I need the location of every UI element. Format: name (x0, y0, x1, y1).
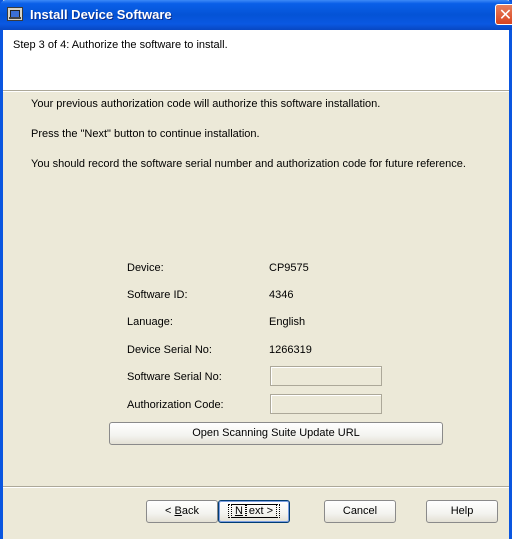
back-button[interactable]: < Back (146, 500, 218, 523)
device-serial-value: 1266319 (269, 344, 312, 356)
close-button[interactable]: ✕ (495, 4, 512, 25)
step-heading: Step 3 of 4: Authorize the software to i… (13, 39, 228, 51)
device-value: CP9575 (269, 262, 309, 274)
help-button[interactable]: Help (426, 500, 498, 523)
cancel-button[interactable]: Cancel (324, 500, 396, 523)
device-serial-label: Device Serial No: (127, 344, 212, 356)
open-update-url-button[interactable]: Open Scanning Suite Update URL (109, 422, 443, 445)
software-serial-label: Software Serial No: (127, 371, 222, 383)
authorization-code-field[interactable] (270, 394, 382, 414)
software-serial-field[interactable] (270, 366, 382, 386)
open-update-url-label: Open Scanning Suite Update URL (192, 427, 360, 439)
next-button[interactable]: Next > (218, 500, 290, 523)
install-app-icon (7, 7, 23, 21)
info-text-authorization: Your previous authorization code will au… (31, 98, 381, 110)
header-panel: Step 3 of 4: Authorize the software to i… (3, 30, 509, 90)
title-bar[interactable]: Install Device Software ✕ (0, 0, 512, 30)
install-device-software-window: Install Device Software ✕ Step 3 of 4: A… (0, 0, 512, 539)
software-id-label: Software ID: (127, 289, 188, 301)
software-id-value: 4346 (269, 289, 294, 301)
window-title: Install Device Software (30, 7, 172, 22)
info-text-record: You should record the software serial nu… (31, 158, 466, 170)
help-button-label: Help (450, 505, 474, 517)
language-value: English (269, 316, 306, 328)
header-divider (3, 90, 509, 92)
language-label: Lanuage: (127, 316, 173, 328)
footer-divider (3, 486, 509, 488)
device-label: Device: (127, 262, 164, 274)
cancel-button-label: Cancel (342, 505, 378, 517)
next-button-label: Next > (227, 504, 281, 518)
info-text-press-next: Press the "Next" button to continue inst… (31, 128, 260, 140)
back-button-label: < Back (165, 505, 199, 517)
authorization-code-label: Authorization Code: (127, 399, 224, 411)
close-icon: ✕ (498, 5, 512, 24)
